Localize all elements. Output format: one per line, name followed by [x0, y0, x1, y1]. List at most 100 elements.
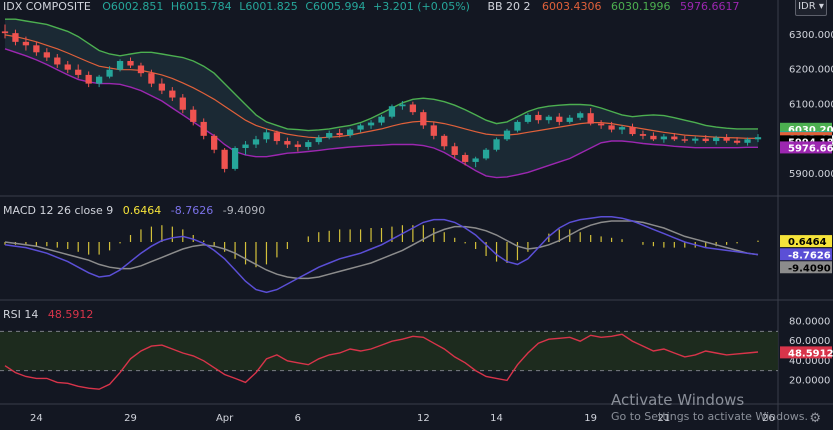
macd-hist-value: 0.6464	[123, 204, 162, 217]
candle-body	[12, 33, 19, 42]
candle-body	[754, 137, 762, 140]
macd-tag-text: -9.4090	[788, 263, 831, 274]
currency-label: IDR	[798, 1, 816, 12]
candle-body	[43, 52, 50, 58]
candle-body	[587, 113, 594, 124]
price-tick-label: 6200.000	[789, 65, 833, 76]
candle-body	[472, 158, 479, 162]
currency-dropdown[interactable]: IDR ▾	[795, 0, 827, 16]
rsi-band	[0, 331, 778, 371]
price-tick-label: 6100.000	[789, 100, 833, 111]
candle-body	[430, 125, 437, 136]
symbol-label: IDX COMPOSITE	[3, 0, 91, 13]
settings-gear-icon[interactable]: ⚙	[809, 411, 821, 426]
x-tick-label: 6	[295, 413, 301, 424]
candle-body	[399, 104, 406, 107]
x-tick-label: 29	[124, 413, 137, 424]
macd-label: MACD 12 26 close 9	[3, 204, 113, 217]
candle-body	[231, 148, 239, 169]
candle-body	[263, 132, 270, 140]
candle-body	[420, 112, 427, 126]
candle-body	[451, 146, 458, 155]
x-tick-label: Apr	[216, 413, 234, 424]
rsi-tag-text: 48.5912	[788, 348, 833, 359]
candle-body	[639, 134, 647, 136]
candle-body	[650, 135, 657, 140]
rsi-tick-label: 80.0000	[789, 317, 830, 328]
candle-body	[357, 125, 364, 130]
x-tick-label: 14	[490, 413, 503, 424]
candle-body	[671, 136, 678, 140]
candle-body	[116, 60, 124, 70]
candle-body	[1, 31, 9, 34]
candle-body	[503, 130, 511, 140]
bb-upper-value: 6030.1996	[611, 0, 671, 13]
candle-body	[95, 76, 103, 84]
candle-body	[315, 137, 322, 143]
rsi-legend: RSI 14 48.5912	[3, 308, 93, 321]
x-tick-label: 19	[584, 413, 597, 424]
macd-legend: MACD 12 26 close 9 0.6464 -8.7626 -9.409…	[3, 204, 265, 217]
candle-body	[524, 114, 532, 122]
rsi-tag: 48.5912	[780, 346, 833, 359]
candle-body	[326, 133, 333, 138]
candle-body	[221, 149, 228, 169]
candle-body	[681, 139, 688, 141]
chevron-down-icon: ▾	[815, 1, 824, 12]
candle-body	[514, 121, 521, 131]
symbol-name: IDX COMPOSITE O6002.851 H6015.784 L6001.…	[3, 0, 740, 13]
bb-lower-value: 5976.6617	[680, 0, 740, 13]
price-tick-label: 6300.000	[789, 30, 833, 41]
candle-body	[618, 127, 626, 130]
candle-body	[242, 144, 249, 149]
candle-body	[64, 64, 71, 70]
candle-body	[702, 138, 709, 142]
macd-tag-text: 0.6464	[788, 237, 827, 248]
candle-body	[22, 41, 30, 46]
macd-tag: 0.6464	[780, 235, 832, 248]
candle-body	[273, 132, 281, 142]
candle-body	[190, 109, 197, 122]
candle-body	[733, 140, 741, 143]
macd-tag: -9.4090	[780, 261, 832, 274]
candle-body	[545, 116, 552, 121]
candle-body	[577, 113, 584, 118]
candle-body	[179, 97, 186, 110]
candle-body	[608, 125, 615, 130]
activate-windows-title: Activate Windows	[611, 391, 744, 409]
low-value: L6001.825	[239, 0, 298, 13]
candle-body	[127, 60, 134, 66]
macd-tag-text: -8.7626	[788, 250, 831, 261]
change-value: +3.201 (+0.05%)	[373, 0, 470, 13]
candle-body	[252, 139, 260, 145]
candle-body	[169, 90, 176, 98]
candle-body	[462, 154, 469, 162]
candle-body	[493, 139, 500, 150]
bb-basis-value: 6003.4306	[542, 0, 602, 13]
macd-tag: -8.7626	[780, 248, 832, 261]
x-tick-label: 24	[30, 413, 43, 424]
candle-body	[409, 104, 417, 113]
candle-body	[336, 133, 343, 136]
chart-canvas[interactable]: 5900.0006000.0006100.0006200.0006300.000…	[0, 0, 833, 430]
bb-label: BB 20 2	[487, 0, 530, 13]
candle-body	[33, 45, 40, 53]
rsi-tick-label: 20.0000	[789, 375, 830, 386]
candle-body	[378, 116, 385, 123]
high-value: H6015.784	[171, 0, 232, 13]
price-tag: 5976.662	[780, 141, 833, 154]
open-value: O6002.851	[102, 0, 163, 13]
candle-body	[660, 136, 668, 140]
candle-body	[482, 149, 490, 159]
candle-body	[713, 137, 720, 142]
candle-body	[597, 123, 605, 126]
macd-value: -8.7626	[171, 204, 213, 217]
rsi-tick-label: 60.0000	[789, 336, 830, 347]
candle-body	[211, 135, 218, 150]
candle-body	[629, 127, 636, 135]
candle-body	[200, 121, 207, 136]
activate-windows-subtitle: Go to Settings to activate Windows.	[611, 410, 808, 423]
macd-signal-value: -9.4090	[223, 204, 265, 217]
rsi-label: RSI 14	[3, 308, 38, 321]
candle-body	[106, 69, 113, 77]
